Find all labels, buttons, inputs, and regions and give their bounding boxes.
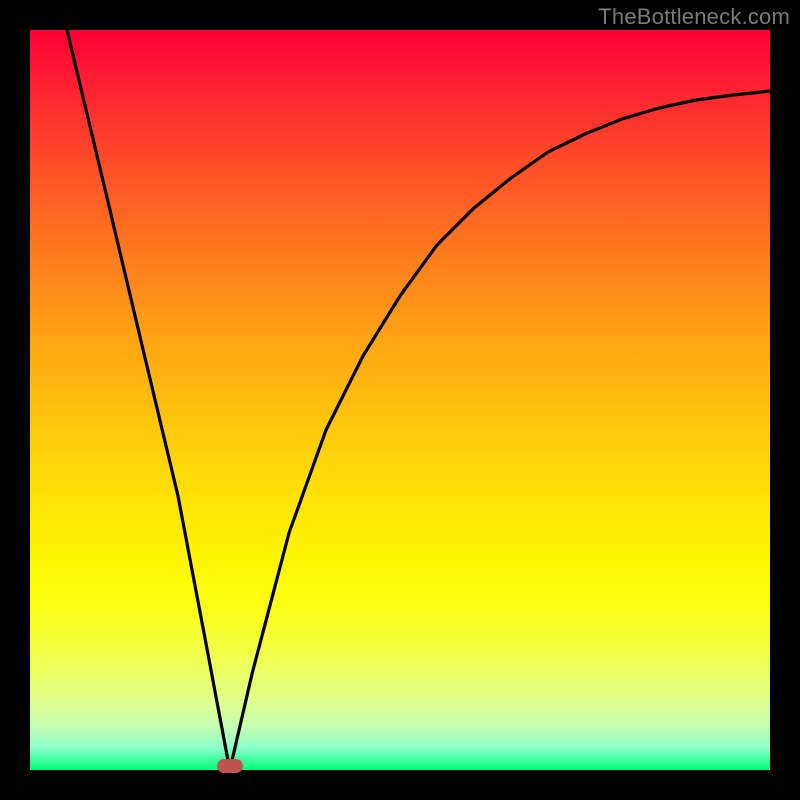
watermark-text: TheBottleneck.com [598, 4, 790, 30]
optimal-marker [217, 759, 243, 773]
chart-frame: TheBottleneck.com [0, 0, 800, 800]
bottleneck-curve [67, 30, 770, 770]
curve-svg [30, 30, 770, 770]
plot-area [30, 30, 770, 770]
